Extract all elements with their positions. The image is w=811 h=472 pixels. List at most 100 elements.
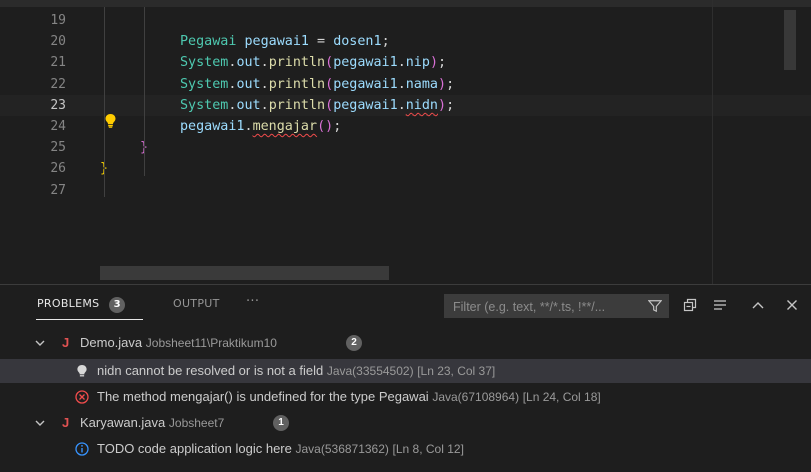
lightbulb-icon bbox=[77, 365, 87, 377]
more-actions-button[interactable]: ··· bbox=[246, 294, 259, 309]
problem-source: Java(33554502) bbox=[326, 364, 414, 378]
problem-item[interactable]: TODO code application logic here Java(53… bbox=[0, 437, 811, 461]
code-line[interactable]: 27 bbox=[0, 180, 811, 201]
code-token: ; bbox=[438, 55, 447, 71]
code-token: ; bbox=[446, 76, 455, 92]
code-token: pegawai1 bbox=[333, 55, 398, 71]
problem-item[interactable]: nidn cannot be resolved or is not a fiel… bbox=[0, 359, 811, 383]
code-token: ) bbox=[429, 55, 438, 71]
java-file-icon: J bbox=[62, 415, 70, 430]
code-line[interactable]: 21 System.out.println(pegawai1.nip); bbox=[0, 52, 811, 73]
vertical-scrollbar-thumb[interactable] bbox=[784, 10, 796, 70]
collapse-all-icon[interactable] bbox=[682, 297, 698, 313]
problems-panel: PROBLEMS 3 OUTPUT ··· Filter (e.g. text,… bbox=[0, 284, 811, 472]
code-token: . bbox=[397, 97, 406, 113]
line-number: 25 bbox=[50, 140, 66, 156]
maximize-panel-icon[interactable] bbox=[750, 297, 766, 313]
problem-location: [Ln 23, Col 37] bbox=[417, 364, 496, 378]
tab-problems[interactable]: PROBLEMS 3 bbox=[37, 297, 126, 313]
code-token: ) bbox=[438, 76, 447, 92]
code-token: out bbox=[236, 55, 261, 71]
horizontal-scrollbar-thumb[interactable] bbox=[100, 266, 389, 280]
code-token: . bbox=[244, 119, 253, 134]
code-token: ( bbox=[325, 76, 334, 92]
chevron-down-icon[interactable] bbox=[34, 417, 46, 429]
problem-location: [Ln 24, Col 18] bbox=[522, 390, 601, 404]
code-editor[interactable]: 19 20 Pegawai pegawai1 = dosen1; 21 System.o… bbox=[0, 0, 811, 284]
code-token: ) bbox=[438, 97, 447, 113]
problems-filter[interactable] bbox=[444, 294, 669, 319]
java-file-icon: J bbox=[62, 335, 70, 350]
close-panel-icon[interactable] bbox=[784, 297, 800, 313]
code-token: out bbox=[236, 97, 261, 113]
code-token: nip bbox=[405, 55, 430, 71]
group-file-path: Jobsheet7 bbox=[168, 416, 225, 430]
line-number: 21 bbox=[50, 55, 66, 71]
code-token: ; bbox=[333, 119, 342, 134]
minimap-divider bbox=[712, 0, 713, 284]
line-number: 20 bbox=[50, 34, 66, 50]
group-count-badge: 1 bbox=[273, 415, 289, 431]
lightbulb-icon[interactable] bbox=[104, 113, 117, 128]
code-line[interactable]: 26} bbox=[0, 158, 811, 179]
code-token: println bbox=[268, 76, 326, 92]
code-text: System.out.println(pegawai1.nidn); bbox=[180, 95, 454, 116]
problem-group-karyawan[interactable]: J Karyawan.java Jobsheet7 1 bbox=[0, 411, 811, 435]
active-tab-indicator bbox=[36, 319, 143, 320]
line-number: 22 bbox=[50, 76, 66, 92]
code-token: pegawai1 bbox=[333, 76, 398, 92]
indent-guide bbox=[104, 7, 105, 197]
line-number: 27 bbox=[50, 182, 66, 198]
code-line[interactable]: 23 System.out.println(pegawai1.nidn); bbox=[0, 94, 811, 116]
code-token: ( bbox=[325, 97, 334, 113]
code-text: pegawai1.mengajar(); bbox=[180, 116, 341, 137]
code-token: () bbox=[317, 119, 334, 134]
code-text: System.out.println(pegawai1.nama); bbox=[180, 74, 454, 95]
group-file-path: Jobsheet11\Praktikum10 bbox=[145, 336, 277, 350]
code-line[interactable]: 20 Pegawai pegawai1 = dosen1; bbox=[0, 31, 811, 52]
code-token: pegawai1 bbox=[333, 97, 398, 113]
problem-source: Java(536871362) bbox=[295, 442, 389, 456]
code-token: ; bbox=[381, 34, 390, 50]
code-token: . bbox=[260, 55, 269, 71]
code-token: Pegawai bbox=[180, 34, 237, 50]
line-number: 23 bbox=[50, 97, 66, 113]
line-number: 26 bbox=[50, 161, 66, 177]
code-token: System bbox=[180, 55, 229, 71]
code-token: ; bbox=[446, 97, 455, 113]
code-token: nidn bbox=[405, 97, 438, 113]
problem-message: TODO code application logic here bbox=[97, 441, 292, 456]
line-number: 24 bbox=[50, 119, 66, 134]
info-icon bbox=[75, 442, 89, 456]
code-text: System.out.println(pegawai1.nip); bbox=[180, 52, 446, 73]
code-token: . bbox=[397, 55, 406, 71]
problem-message: nidn cannot be resolved or is not a fiel… bbox=[97, 363, 324, 378]
tab-problems-label: PROBLEMS bbox=[37, 297, 100, 310]
code-token: println bbox=[268, 97, 326, 113]
code-line[interactable]: 25} bbox=[0, 137, 811, 158]
code-token: dosen1 bbox=[333, 34, 382, 50]
code-line[interactable]: 19 bbox=[0, 10, 811, 31]
problem-group-demo[interactable]: J Demo.java Jobsheet11\Praktikum10 2 bbox=[0, 331, 811, 355]
indent-guide bbox=[144, 7, 145, 176]
view-as-table-icon[interactable] bbox=[712, 297, 728, 313]
code-token: = bbox=[309, 34, 334, 50]
panel-tabs: PROBLEMS 3 OUTPUT ··· bbox=[0, 285, 811, 325]
error-icon bbox=[75, 390, 89, 404]
problem-item[interactable]: The method mengajar() is undefined for t… bbox=[0, 385, 811, 409]
code-token: ( bbox=[325, 55, 334, 71]
chevron-down-icon[interactable] bbox=[34, 337, 46, 349]
filter-icon[interactable] bbox=[648, 299, 662, 313]
filter-input[interactable] bbox=[451, 295, 645, 319]
group-file-name: Demo.java bbox=[80, 335, 143, 350]
code-line[interactable]: 22 System.out.println(pegawai1.nama); bbox=[0, 74, 811, 95]
problem-source: Java(67108964) bbox=[432, 390, 520, 404]
code-token: System bbox=[180, 97, 229, 113]
code-line[interactable]: 24 pegawai1.mengajar(); bbox=[0, 116, 811, 137]
tab-output[interactable]: OUTPUT bbox=[173, 297, 220, 310]
code-token: nama bbox=[405, 76, 438, 92]
code-token: pegawai1 bbox=[180, 119, 245, 134]
code-token: System bbox=[180, 76, 229, 92]
problems-count-badge: 3 bbox=[109, 297, 126, 313]
